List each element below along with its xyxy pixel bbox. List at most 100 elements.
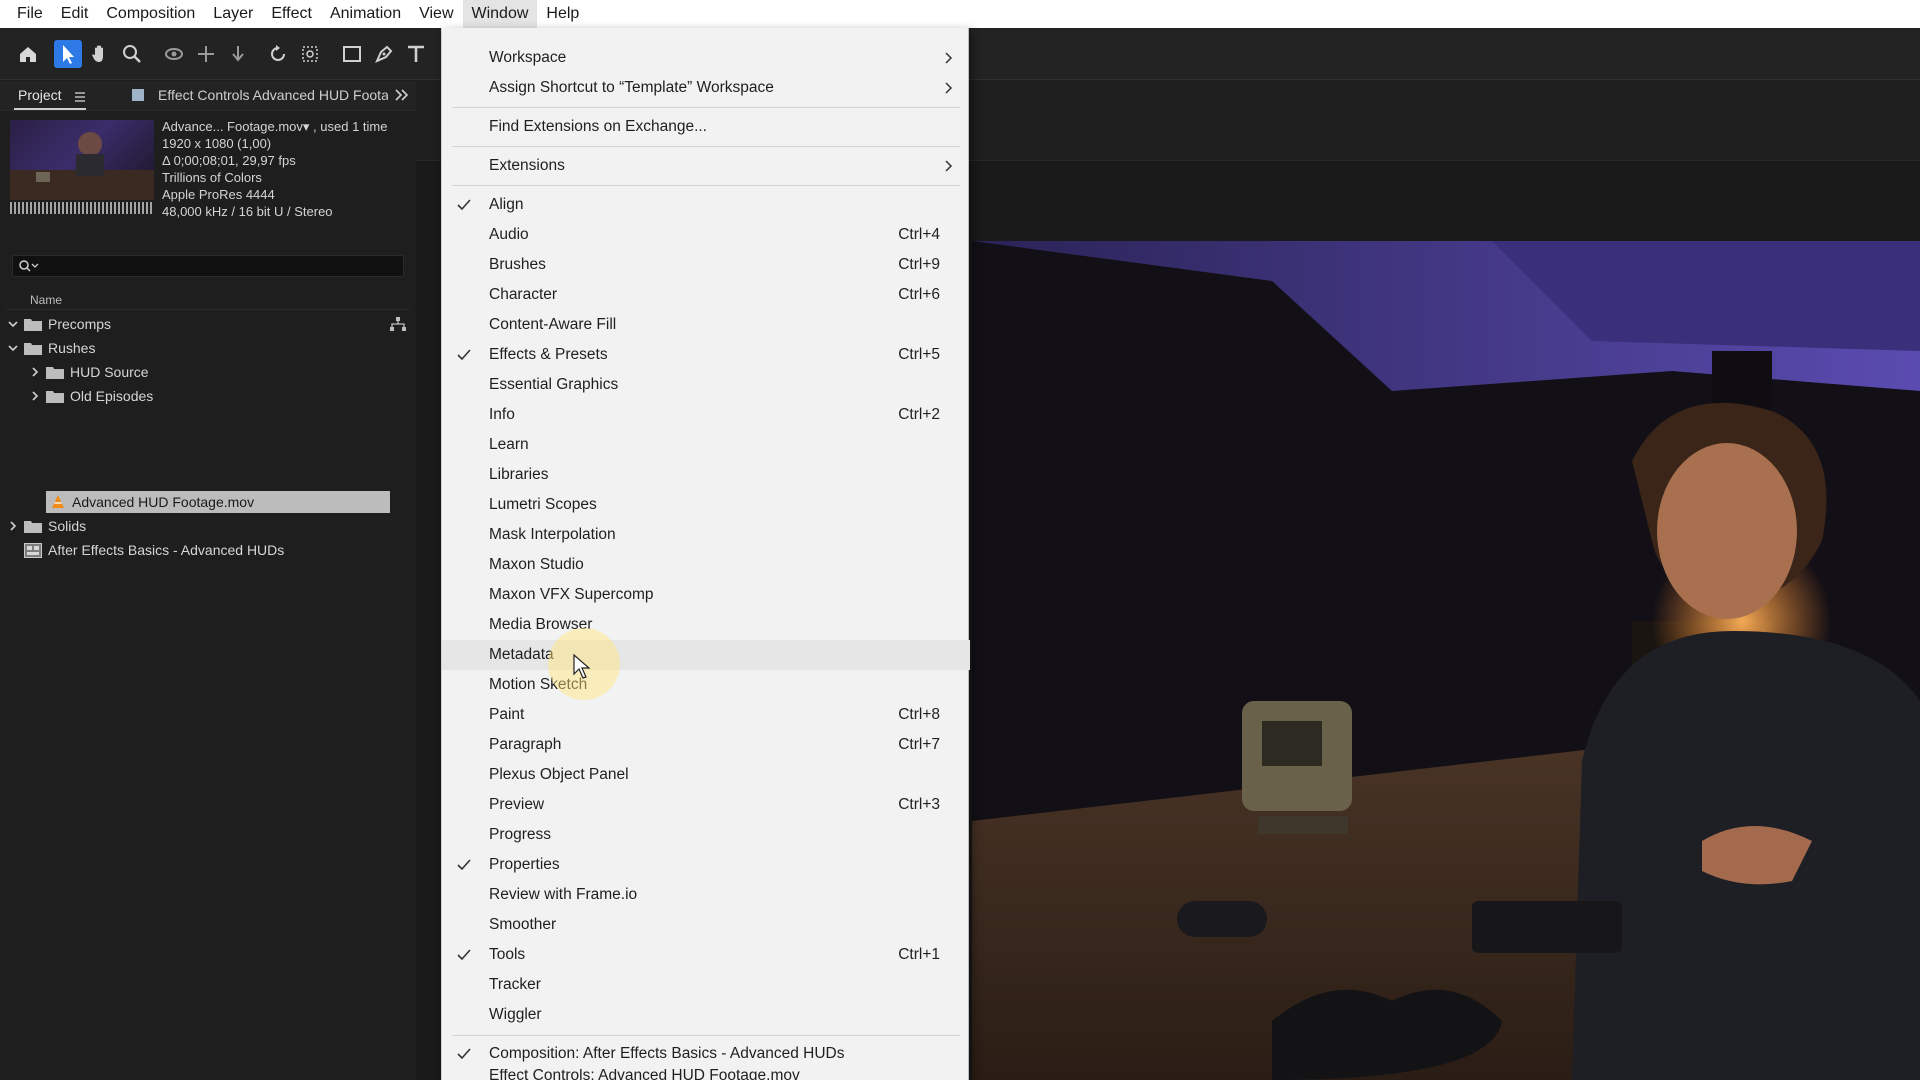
menu-item-learn[interactable]: Learn (442, 430, 970, 460)
footage-duration: Δ 0;00;08;01, 29,97 fps (162, 153, 296, 168)
tree-row-advanced-hud-footage[interactable]: Advanced HUD Footage.mov (46, 491, 390, 513)
menu-view[interactable]: View (410, 0, 462, 28)
rotation-tool-icon[interactable] (264, 40, 292, 68)
tree-row-old-episodes[interactable]: Old Episodes (28, 385, 410, 407)
menu-item-tracker[interactable]: Tracker (442, 970, 970, 1000)
menu-item-label: Info (489, 406, 515, 423)
menu-layer[interactable]: Layer (204, 0, 262, 28)
menu-item-character[interactable]: Character Ctrl+6 (442, 280, 970, 310)
menu-item-shortcut: Ctrl+1 (898, 946, 940, 963)
tree-row-rushes[interactable]: Rushes (6, 337, 410, 359)
menu-item-effect-controls-panel[interactable]: Effect Controls: Advanced HUD Footage.mo… (442, 1069, 970, 1080)
menu-item-metadata[interactable]: Metadata (442, 640, 970, 670)
home-icon[interactable] (14, 40, 42, 68)
folder-icon (24, 520, 42, 533)
menu-item-shortcut: Ctrl+8 (898, 706, 940, 723)
menu-item-smoother[interactable]: Smoother (442, 910, 970, 940)
hand-tool-icon[interactable] (86, 40, 114, 68)
menu-item-audio[interactable]: Audio Ctrl+4 (442, 220, 970, 250)
menu-item-label: Audio (489, 226, 529, 243)
menu-help[interactable]: Help (537, 0, 588, 28)
menu-item-find-extensions[interactable]: Find Extensions on Exchange... (442, 112, 970, 142)
menu-edit[interactable]: Edit (52, 0, 98, 28)
menu-item-properties[interactable]: Properties (442, 850, 970, 880)
menu-item-shortcut: Ctrl+3 (898, 796, 940, 813)
flowchart-icon[interactable] (390, 317, 406, 331)
menu-item-label: Paragraph (489, 736, 562, 753)
chevron-right-icon[interactable] (28, 389, 42, 403)
menu-item-lumetri-scopes[interactable]: Lumetri Scopes (442, 490, 970, 520)
menu-item-maxon-studio[interactable]: Maxon Studio (442, 550, 970, 580)
menu-item-label: Lumetri Scopes (489, 496, 597, 513)
menu-item-mask-interpolation[interactable]: Mask Interpolation (442, 520, 970, 550)
menu-item-info[interactable]: Info Ctrl+2 (442, 400, 970, 430)
menu-animation[interactable]: Animation (321, 0, 410, 28)
dolly-tool-icon[interactable] (224, 40, 252, 68)
submenu-arrow-icon (945, 82, 953, 94)
project-search-input[interactable] (12, 255, 404, 277)
menu-item-label: Preview (489, 796, 545, 813)
column-header-name[interactable]: Name (30, 293, 62, 307)
menu-item-media-browser[interactable]: Media Browser (442, 610, 970, 640)
menu-item-plexus-object-panel[interactable]: Plexus Object Panel (442, 760, 970, 790)
chevron-down-icon[interactable] (6, 317, 20, 331)
menu-item-review-with-frameio[interactable]: Review with Frame.io (442, 880, 970, 910)
menu-item-brushes[interactable]: Brushes Ctrl+9 (442, 250, 970, 280)
menu-item-essential-graphics[interactable]: Essential Graphics (442, 370, 970, 400)
menu-item-workspace[interactable]: Workspace (442, 43, 970, 73)
menu-item-effects-presets[interactable]: Effects & Presets Ctrl+5 (442, 340, 970, 370)
tab-effect-controls[interactable]: Effect Controls Advanced HUD Footag (158, 87, 388, 103)
menu-item-label: Wiggler (489, 1006, 542, 1023)
menu-item-label: Review with Frame.io (489, 886, 638, 903)
pan-camera-tool-icon[interactable] (192, 40, 220, 68)
menu-item-label: Essential Graphics (489, 376, 619, 393)
menu-item-preview[interactable]: Preview Ctrl+3 (442, 790, 970, 820)
menu-item-tools[interactable]: Tools Ctrl+1 (442, 940, 970, 970)
menu-separator (452, 1035, 960, 1036)
orbit-tool-icon[interactable] (160, 40, 188, 68)
selection-tool-icon[interactable] (54, 40, 82, 68)
menu-item-align[interactable]: Align (442, 190, 970, 220)
type-tool-icon[interactable] (402, 40, 430, 68)
menu-item-paint[interactable]: Paint Ctrl+8 (442, 700, 970, 730)
folder-icon (46, 366, 64, 379)
menu-item-paragraph[interactable]: Paragraph Ctrl+7 (442, 730, 970, 760)
zoom-tool-icon[interactable] (118, 40, 146, 68)
menu-item-maxon-vfx-supercomp[interactable]: Maxon VFX Supercomp (442, 580, 970, 610)
chevron-right-icon[interactable] (6, 519, 20, 533)
menu-item-label: Character (489, 286, 558, 303)
tree-row-solids[interactable]: Solids (6, 515, 410, 537)
menu-item-label: Assign Shortcut to “Template” Workspace (489, 79, 774, 96)
chevron-right-icon[interactable] (28, 365, 42, 379)
pen-tool-icon[interactable] (370, 40, 398, 68)
anchor-point-tool-icon[interactable] (296, 40, 324, 68)
menu-item-content-aware-fill[interactable]: Content-Aware Fill (442, 310, 970, 340)
panel-menu-icon[interactable] (74, 90, 86, 108)
menu-item-label: Tracker (489, 976, 541, 993)
menu-item-wiggler[interactable]: Wiggler (442, 1000, 970, 1030)
footage-name[interactable]: Advance... Footage.mov▾ , used 1 time (162, 119, 387, 135)
more-tabs-icon[interactable] (394, 87, 410, 108)
rectangle-tool-icon[interactable] (338, 40, 366, 68)
menu-item-shortcut: Ctrl+5 (898, 346, 940, 363)
menu-item-composition-panel[interactable]: Composition: After Effects Basics - Adva… (442, 1039, 970, 1069)
menu-window[interactable]: Window (462, 0, 538, 28)
menu-item-extensions[interactable]: Extensions (442, 151, 970, 181)
menu-item-motion-sketch[interactable]: Motion Sketch (442, 670, 970, 700)
menu-effect[interactable]: Effect (262, 0, 321, 28)
tree-row-precomps[interactable]: Precomps (6, 313, 410, 335)
menu-composition[interactable]: Composition (97, 0, 204, 28)
menu-item-progress[interactable]: Progress (442, 820, 970, 850)
footage-audio: 48,000 kHz / 16 bit U / Stereo (162, 204, 333, 219)
menu-file[interactable]: File (8, 0, 52, 28)
folder-icon (46, 390, 64, 403)
menu-item-assign-shortcut[interactable]: Assign Shortcut to “Template” Workspace (442, 73, 970, 103)
chevron-down-icon[interactable] (6, 341, 20, 355)
tab-project[interactable]: Project (18, 87, 62, 103)
tree-row-label: After Effects Basics - Advanced HUDs (48, 542, 285, 558)
menu-item-label: Workspace (489, 49, 567, 66)
menu-item-libraries[interactable]: Libraries (442, 460, 970, 490)
column-divider (6, 309, 410, 310)
tree-row-hud-source[interactable]: HUD Source (28, 361, 410, 383)
tree-row-composition[interactable]: After Effects Basics - Advanced HUDs (24, 539, 410, 561)
